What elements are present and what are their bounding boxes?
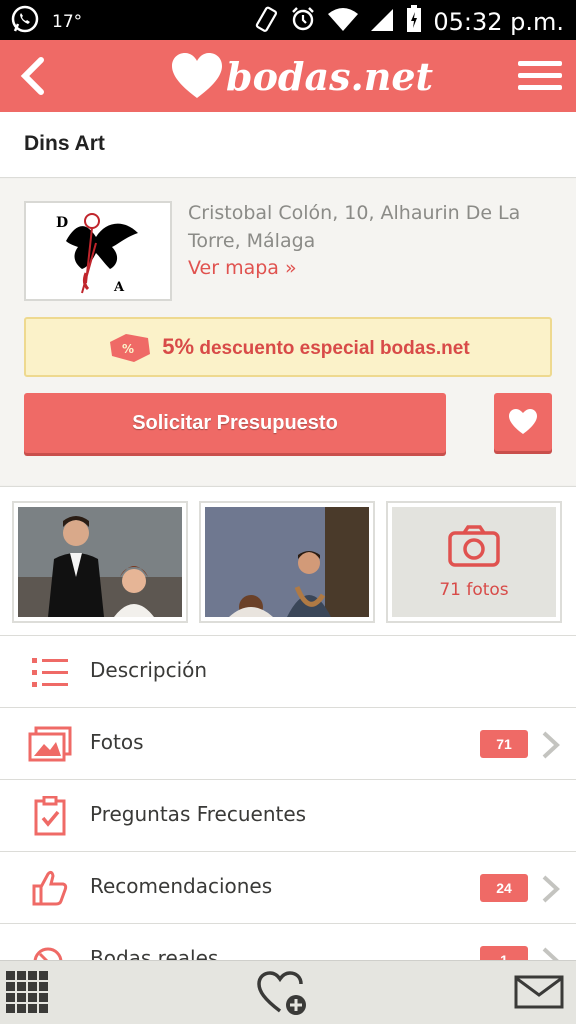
photo-count-label: 71 fotos bbox=[439, 580, 509, 600]
menu-item-recommendations[interactable]: Recomendaciones 24 bbox=[0, 852, 576, 924]
heart-logo-icon bbox=[172, 53, 222, 98]
bottom-navigation bbox=[0, 960, 576, 1024]
wifi-icon bbox=[327, 5, 359, 38]
brand-logo[interactable]: bodas.net bbox=[170, 46, 433, 106]
vendor-name: Dins Art bbox=[24, 132, 105, 155]
app-screen: 17° 05:32 p.m. bodas.net Dins Art D A Cr… bbox=[0, 0, 576, 1024]
discount-banner[interactable]: % 5% descuento especial bodas.net bbox=[24, 317, 552, 377]
discount-percent: 5% bbox=[162, 334, 195, 359]
request-quote-label: Solicitar Presupuesto bbox=[132, 411, 338, 434]
temperature-text: 17° bbox=[52, 11, 83, 32]
vendor-section-list: Descripción Fotos 71 Preguntas Frecuente… bbox=[0, 636, 576, 996]
view-map-link[interactable]: Ver mapa » bbox=[188, 257, 297, 279]
back-button[interactable] bbox=[12, 50, 52, 102]
clock-text: 05:32 p.m. bbox=[433, 7, 564, 36]
photos-icon bbox=[28, 722, 72, 766]
more-photos-tile[interactable]: 71 fotos bbox=[386, 501, 562, 623]
heart-add-icon[interactable] bbox=[256, 969, 312, 1017]
svg-text:D: D bbox=[56, 215, 68, 231]
vendor-title-bar: Dins Art bbox=[0, 112, 576, 178]
app-header: bodas.net bbox=[0, 40, 576, 112]
vibrate-icon bbox=[253, 5, 279, 38]
menu-item-description[interactable]: Descripción bbox=[0, 636, 576, 708]
grid-menu-icon[interactable] bbox=[6, 971, 48, 1013]
alarm-icon bbox=[289, 5, 317, 38]
menu-item-label: Recomendaciones bbox=[90, 874, 273, 898]
count-badge: 71 bbox=[480, 730, 528, 758]
menu-item-label: Descripción bbox=[90, 658, 208, 682]
discount-text: descuento especial bodas.net bbox=[199, 338, 470, 359]
mail-icon[interactable] bbox=[514, 975, 564, 1009]
photo-gallery-strip: 71 fotos bbox=[0, 486, 576, 636]
clipboard-check-icon bbox=[28, 794, 72, 838]
list-icon bbox=[28, 650, 72, 694]
thumbs-up-icon bbox=[28, 866, 72, 910]
favorite-button[interactable] bbox=[494, 393, 552, 451]
photo-thumbnail[interactable] bbox=[12, 501, 188, 623]
count-badge: 24 bbox=[480, 874, 528, 902]
request-quote-button[interactable]: Solicitar Presupuesto bbox=[24, 393, 446, 453]
brand-logo-text: bodas.net bbox=[226, 53, 434, 99]
menu-line bbox=[518, 84, 562, 90]
signal-icon bbox=[369, 5, 395, 38]
svg-text:%: % bbox=[122, 342, 134, 356]
chevron-right-icon bbox=[542, 731, 560, 759]
status-bar: 17° 05:32 p.m. bbox=[0, 0, 576, 40]
menu-line bbox=[518, 60, 562, 66]
menu-item-label: Fotos bbox=[90, 730, 144, 754]
discount-tag-icon: % bbox=[110, 334, 151, 362]
camera-icon bbox=[448, 525, 500, 567]
chevron-left-icon bbox=[20, 57, 44, 95]
svg-text:A: A bbox=[113, 280, 125, 295]
menu-item-faq[interactable]: Preguntas Frecuentes bbox=[0, 780, 576, 852]
menu-item-photos[interactable]: Fotos 71 bbox=[0, 708, 576, 780]
menu-line bbox=[518, 72, 562, 78]
battery-icon bbox=[405, 4, 423, 39]
heart-icon bbox=[509, 409, 537, 434]
hamburger-menu-button[interactable] bbox=[518, 52, 562, 98]
vendor-info-section: D A Cristobal Colón, 10, Alhaurin De La … bbox=[0, 179, 576, 485]
photo-thumbnail[interactable] bbox=[199, 501, 375, 623]
whatsapp-icon bbox=[10, 4, 40, 39]
chevron-right-icon bbox=[542, 875, 560, 903]
vendor-logo-image[interactable]: D A bbox=[24, 201, 172, 301]
menu-item-label: Preguntas Frecuentes bbox=[90, 802, 307, 826]
vendor-address: Cristobal Colón, 10, Alhaurin De La Torr… bbox=[188, 202, 521, 252]
